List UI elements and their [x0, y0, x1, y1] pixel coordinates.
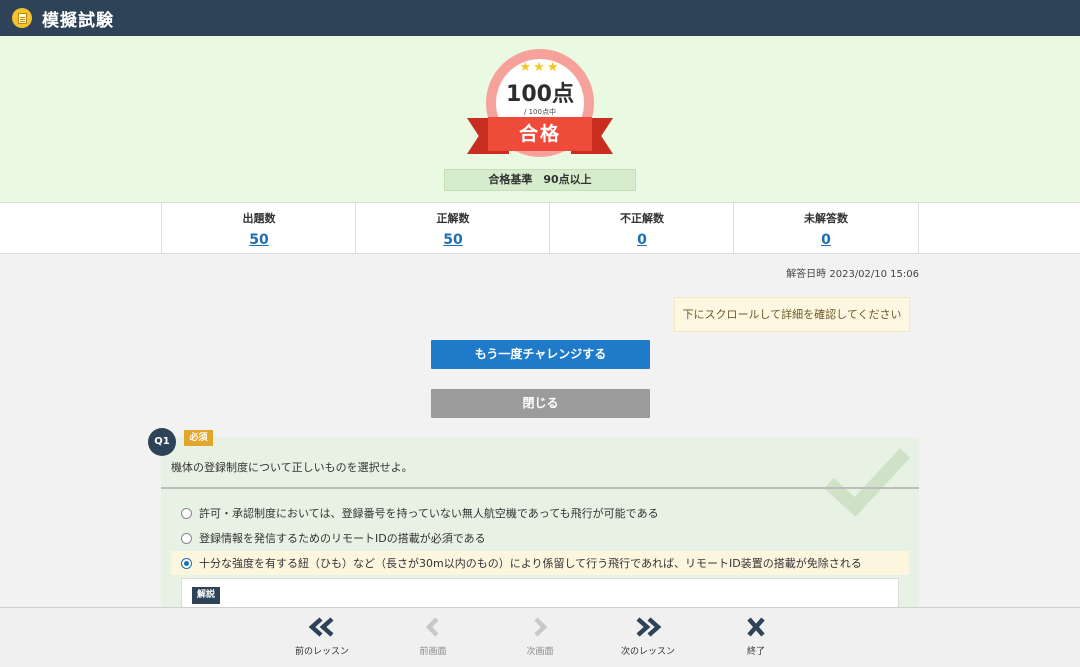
answer-option[interactable]: 許可・承認制度においては、登録番号を持っていない無人航空機であっても飛行が可能で… [171, 501, 909, 525]
close-button[interactable]: 閉じる [431, 389, 650, 418]
next-lesson-button[interactable]: 次のレッスン [603, 616, 693, 657]
stat-correct-link[interactable]: 50 [443, 232, 462, 248]
prev-screen-label: 前画面 [419, 647, 447, 657]
page-title: 模擬試験 [42, 10, 114, 31]
stat-label: 未解答数 [804, 212, 848, 225]
next-lesson-label: 次のレッスン [620, 647, 675, 657]
document-icon [12, 8, 32, 28]
radio-button[interactable] [181, 532, 192, 544]
pass-ribbon: 合格 [488, 117, 592, 151]
stat-questions-link[interactable]: 50 [249, 232, 268, 248]
question-number: Q1 [148, 428, 176, 456]
option-label: 許可・承認制度においては、登録番号を持っていない無人航空機であっても飛行が可能で… [199, 507, 659, 520]
result-hero: ★★★ 100点 / 100点中 合格 合格基準 90点以上 [0, 36, 1080, 202]
chevron-left-icon [425, 617, 439, 637]
top-bar: 模擬試験 [0, 0, 1080, 36]
answer-option-selected[interactable]: 十分な強度を有する紐（ひも）など（長さが30m以内のもの）により係留して行う飛行… [171, 551, 909, 575]
stat-label: 正解数 [436, 212, 470, 225]
radio-button-selected[interactable] [181, 557, 192, 569]
explanation-tag: 解説 [192, 587, 220, 604]
stat-questions: 出題数 50 [161, 203, 356, 254]
question-divider [161, 487, 919, 489]
option-label: 十分な強度を有する紐（ひも）など（長さが30m以内のもの）により係留して行う飛行… [199, 557, 862, 570]
stat-label: 不正解数 [620, 212, 664, 225]
stat-unanswered: 未解答数 0 [733, 203, 919, 254]
next-screen-button[interactable]: 次画面 [495, 616, 585, 657]
close-icon [747, 617, 765, 637]
prev-lesson-button[interactable]: 前のレッスン [277, 616, 367, 657]
chevron-right-icon [534, 617, 548, 637]
question-card: 機体の登録制度について正しいものを選択せよ。 許可・承認制度においては、登録番号… [161, 437, 919, 618]
stat-label: 出題数 [242, 212, 276, 225]
double-chevron-right-icon [636, 617, 662, 637]
score-value: 100点 [506, 82, 574, 107]
question-text: 機体の登録制度について正しいものを選択せよ。 [171, 461, 413, 474]
end-button[interactable]: 終了 [711, 616, 801, 657]
answered-datetime: 解答日時 2023/02/10 15:06 [786, 269, 919, 280]
double-chevron-left-icon [308, 617, 334, 637]
scroll-notice: 下にスクロールして詳細を確認してください [674, 297, 910, 332]
bottom-nav: 前のレッスン 前画面 次画面 次のレッスン 終了 [0, 607, 1080, 667]
score-max: / 100点中 [524, 108, 556, 116]
end-label: 終了 [746, 647, 765, 657]
prev-screen-button[interactable]: 前画面 [388, 616, 478, 657]
radio-button[interactable] [181, 507, 192, 519]
prev-lesson-label: 前のレッスン [294, 647, 349, 657]
answer-option[interactable]: 登録情報を発信するためのリモートIDの搭載が必須である [171, 526, 909, 550]
stats-bar: 出題数 50 正解数 50 不正解数 0 未解答数 0 [0, 202, 1080, 254]
stat-incorrect-link[interactable]: 0 [637, 232, 647, 248]
next-screen-label: 次画面 [526, 647, 554, 657]
stat-incorrect: 不正解数 0 [549, 203, 734, 254]
pass-criteria: 合格基準 90点以上 [444, 169, 636, 191]
retry-button[interactable]: もう一度チャレンジする [431, 340, 650, 369]
option-label: 登録情報を発信するためのリモートIDの搭載が必須である [199, 532, 486, 545]
stars-icon: ★★★ [519, 60, 561, 75]
stat-correct: 正解数 50 [355, 203, 550, 254]
required-badge: 必須 [184, 430, 213, 446]
stat-unanswered-link[interactable]: 0 [821, 232, 831, 248]
